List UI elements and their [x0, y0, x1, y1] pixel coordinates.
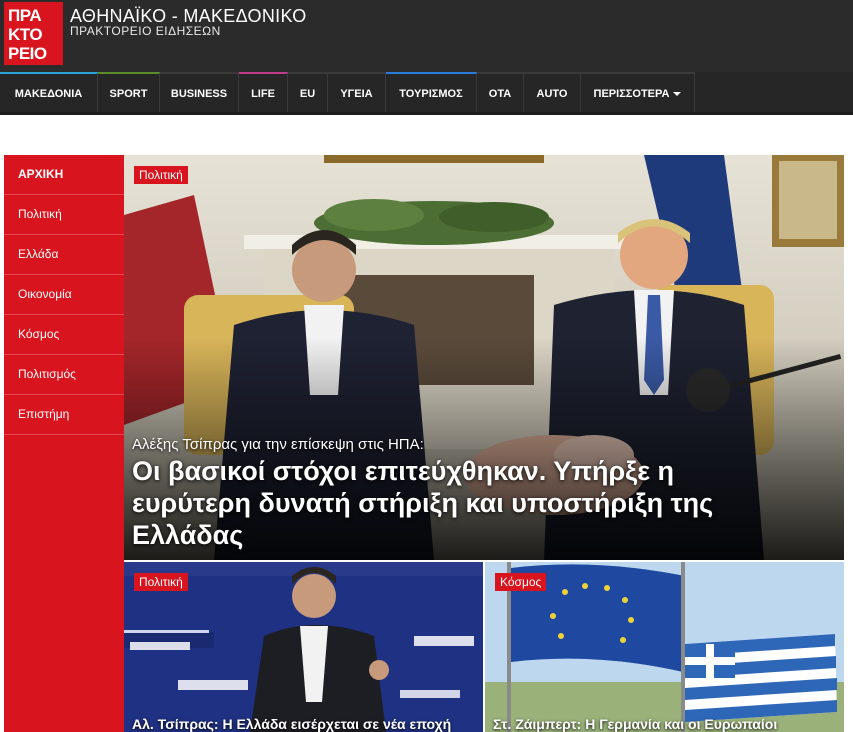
nav-item-tourismos[interactable]: ΤΟΥΡΙΣΜΟΣ — [386, 72, 477, 112]
hero-article[interactable]: Πολιτική Αλέξης Τσίπρας για την επίσκεψη… — [124, 155, 844, 560]
nav-item-ygeia[interactable]: ΥΓΕΙΑ — [328, 72, 386, 112]
main-nav: ΜΑΚΕΔΟΝΙΑ SPORT BUSINESS LIFE EU ΥΓΕΙΑ Τ… — [0, 72, 853, 115]
nav-divider — [0, 112, 853, 115]
sidebar-item-label: Πολιτική — [18, 207, 62, 221]
nav-label: EU — [299, 88, 316, 100]
nav-label: AUTO — [536, 88, 568, 100]
article-headline[interactable]: Αλ. Τσίπρας: Η Ελλάδα εισέρχεται σε νέα … — [132, 716, 451, 732]
sidebar-item-politics[interactable]: Πολιτική — [4, 195, 124, 235]
nav-label: ΠΕΡΙΣΣΟΤΕΡΑ — [593, 88, 670, 100]
article-card[interactable]: Πολιτική Αλ. Τσίπρας: Η Ελλάδα εισέρχετα… — [124, 562, 483, 732]
sidebar-item-world[interactable]: Κόσμος — [4, 315, 124, 355]
article-headline[interactable]: Στ. Ζάιμπερτ: Η Γερμανία και οι Ευρωπαίο… — [493, 716, 777, 732]
sidebar-item-label: Ελλάδα — [18, 247, 59, 261]
sidebar-item-science[interactable]: Επιστήμη — [4, 395, 124, 435]
nav-item-auto[interactable]: AUTO — [524, 72, 581, 112]
hero-headline[interactable]: Οι βασικοί στόχοι επιτεύχθηκαν. Υπήρξε η… — [132, 455, 772, 551]
sidebar-item-economy[interactable]: Οικονομία — [4, 275, 124, 315]
nav-item-sport[interactable]: SPORT — [98, 72, 160, 112]
sidebar-item-label: ΑΡΧΙΚΗ — [18, 167, 64, 181]
nav-label: ΥΓΕΙΑ — [340, 88, 373, 100]
logo-line: ΠΡΑ — [8, 6, 42, 25]
site-logo[interactable]: ΠΡΑ ΚΤΟ ΡΕΙΟ — [4, 2, 63, 65]
sidebar-item-home[interactable]: ΑΡΧΙΚΗ — [4, 155, 124, 195]
nav-label: LIFE — [251, 88, 275, 100]
nav-item-business[interactable]: BUSINESS — [160, 72, 239, 112]
sidebar-item-label: Κόσμος — [18, 327, 60, 341]
category-sidebar: ΑΡΧΙΚΗ Πολιτική Ελλάδα Οικονομία Κόσμος … — [4, 155, 124, 732]
caret-down-icon — [673, 92, 682, 97]
page-gutter — [844, 155, 853, 732]
nav-label: ΤΟΥΡΙΣΜΟΣ — [399, 88, 463, 100]
nav-label: ΜΑΚΕΔΟΝΙΑ — [14, 88, 83, 100]
sidebar-item-label: Οικονομία — [18, 287, 72, 301]
nav-item-makedonia[interactable]: ΜΑΚΕΔΟΝΙΑ — [0, 72, 98, 112]
brand-subtitle: ΠΡΑΚΤΟΡΕΙΟ ΕΙΔΗΣΕΩΝ — [70, 24, 221, 38]
logo-line: ΚΤΟ — [8, 25, 43, 44]
sidebar-item-label: Επιστήμη — [18, 407, 70, 421]
nav-item-eu[interactable]: EU — [288, 72, 328, 112]
nav-label: BUSINESS — [170, 88, 228, 100]
sidebar-item-culture[interactable]: Πολιτισμός — [4, 355, 124, 395]
sidebar-item-label: Πολιτισμός — [18, 367, 76, 381]
category-badge[interactable]: Πολιτική — [134, 573, 188, 591]
logo-line: ΡΕΙΟ — [8, 44, 47, 63]
sidebar-item-greece[interactable]: Ελλάδα — [4, 235, 124, 275]
nav-item-life[interactable]: LIFE — [239, 72, 288, 112]
nav-item-ota[interactable]: ΟΤΑ — [477, 72, 524, 112]
nav-label: SPORT — [109, 88, 148, 100]
hero-kicker: Αλέξης Τσίπρας για την επίσκεψη στις ΗΠΑ… — [132, 436, 424, 453]
nav-label: ΟΤΑ — [488, 88, 512, 100]
nav-item-more[interactable]: ΠΕΡΙΣΣΟΤΕΡΑ — [581, 72, 695, 112]
article-card[interactable]: Κόσμος Στ. Ζάιμπερτ: Η Γερμανία και οι Ε… — [485, 562, 844, 732]
category-badge[interactable]: Κόσμος — [495, 573, 547, 591]
site-header: ΠΡΑ ΚΤΟ ΡΕΙΟ ΑΘΗΝΑΪΚΟ - ΜΑΚΕΔΟΝΙΚΟ ΠΡΑΚΤ… — [0, 0, 853, 72]
category-badge[interactable]: Πολιτική — [134, 166, 188, 184]
